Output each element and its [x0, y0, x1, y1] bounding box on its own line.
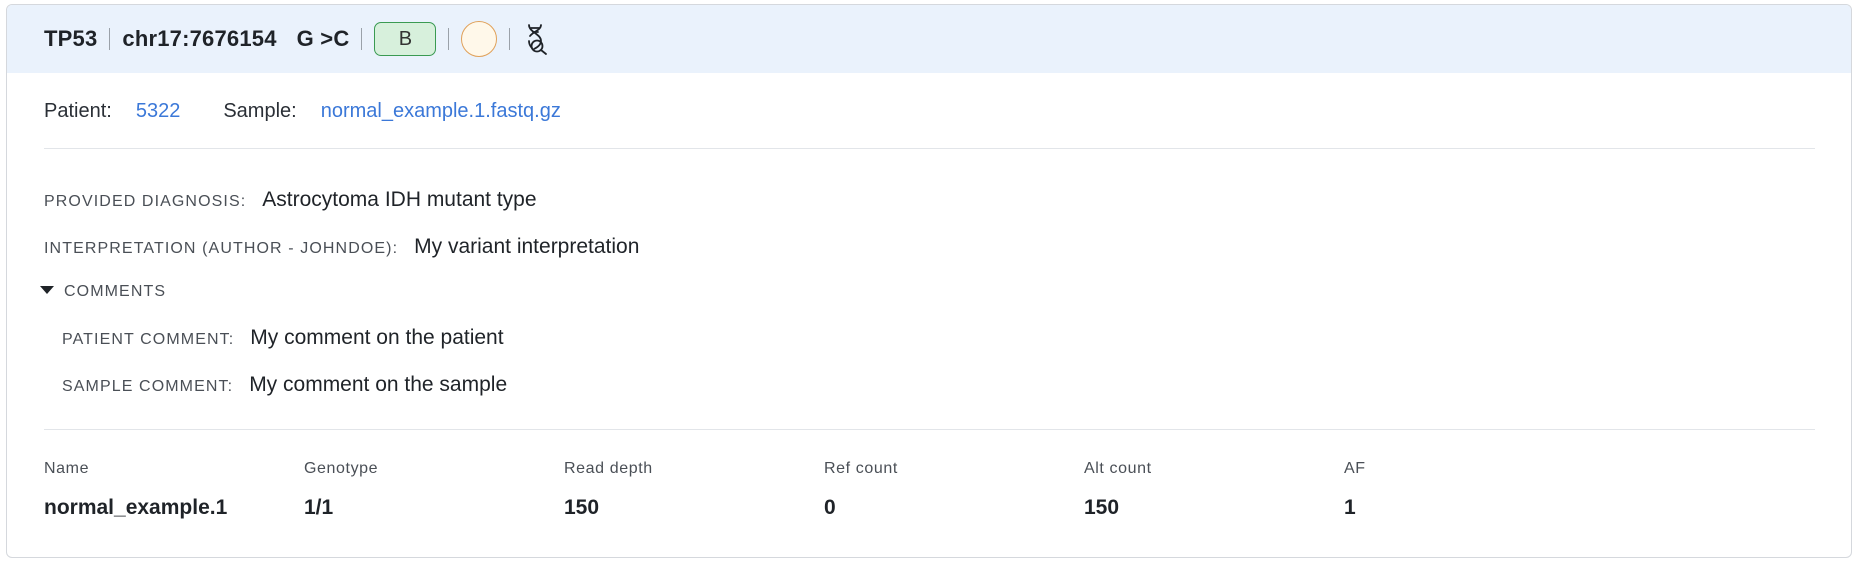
acmg-class-badge[interactable]: B	[374, 22, 437, 56]
col-header-name: Name	[44, 460, 90, 477]
sample-comment-row: SAMPLE COMMENT: My comment on the sample	[62, 373, 507, 397]
comments-label: COMMENTS	[64, 283, 167, 300]
interpretation-row: INTERPRETATION (AUTHOR - JOHNDOE): My va…	[44, 235, 639, 259]
col-header-read-depth: Read depth	[564, 460, 653, 477]
variant-change: G >C	[296, 26, 350, 51]
diagnosis-value: Astrocytoma IDH mutant type	[262, 188, 537, 211]
cell-alt-count: 150	[1084, 496, 1120, 519]
sample-label: Sample:	[223, 99, 297, 122]
cell-genotype: 1/1	[304, 496, 334, 519]
col-header-ref-count: Ref count	[824, 460, 898, 477]
patient-comment-label: PATIENT COMMENT:	[62, 331, 235, 348]
comments-toggle[interactable]: COMMENTS	[40, 283, 166, 301]
diagnosis-label: PROVIDED DIAGNOSIS:	[44, 193, 247, 210]
header-divider	[109, 28, 111, 50]
gene-name: TP53	[44, 26, 98, 51]
patient-link[interactable]: 5322	[136, 100, 181, 123]
cell-name: normal_example.1	[44, 496, 228, 519]
patient-comment-row: PATIENT COMMENT: My comment on the patie…	[62, 326, 504, 350]
section-divider	[44, 429, 1815, 430]
dna-search-icon[interactable]	[522, 22, 552, 56]
col-header-af: AF	[1344, 460, 1366, 477]
col-header-alt-count: Alt count	[1084, 460, 1152, 477]
patient-comment-value: My comment on the patient	[250, 326, 504, 349]
cell-read-depth: 150	[564, 496, 600, 519]
patient-label: Patient:	[44, 99, 112, 122]
sample-link[interactable]: normal_example.1.fastq.gz	[321, 100, 561, 123]
cell-af: 1	[1344, 496, 1356, 519]
interpretation-label: INTERPRETATION (AUTHOR - JOHNDOE):	[44, 240, 399, 257]
diagnosis-row: PROVIDED DIAGNOSIS: Astrocytoma IDH muta…	[44, 188, 537, 212]
variant-card: TP53 chr17:7676154 G >C B Patient: 5322 …	[6, 4, 1852, 558]
sample-comment-value: My comment on the sample	[249, 373, 508, 396]
sample-comment-label: SAMPLE COMMENT:	[62, 378, 234, 395]
header-divider	[361, 28, 363, 50]
header-divider	[448, 28, 450, 50]
cell-ref-count: 0	[824, 496, 836, 519]
section-divider	[44, 148, 1815, 149]
variant-locus: chr17:7676154	[122, 26, 277, 51]
patient-sample-row: Patient: 5322 Sample: normal_example.1.f…	[44, 93, 561, 129]
header-divider	[509, 28, 511, 50]
caret-down-icon	[40, 286, 54, 294]
variant-header: TP53 chr17:7676154 G >C B	[7, 5, 1851, 73]
status-circle-icon[interactable]	[461, 21, 498, 57]
col-header-genotype: Genotype	[304, 460, 379, 477]
interpretation-value: My variant interpretation	[414, 235, 640, 258]
